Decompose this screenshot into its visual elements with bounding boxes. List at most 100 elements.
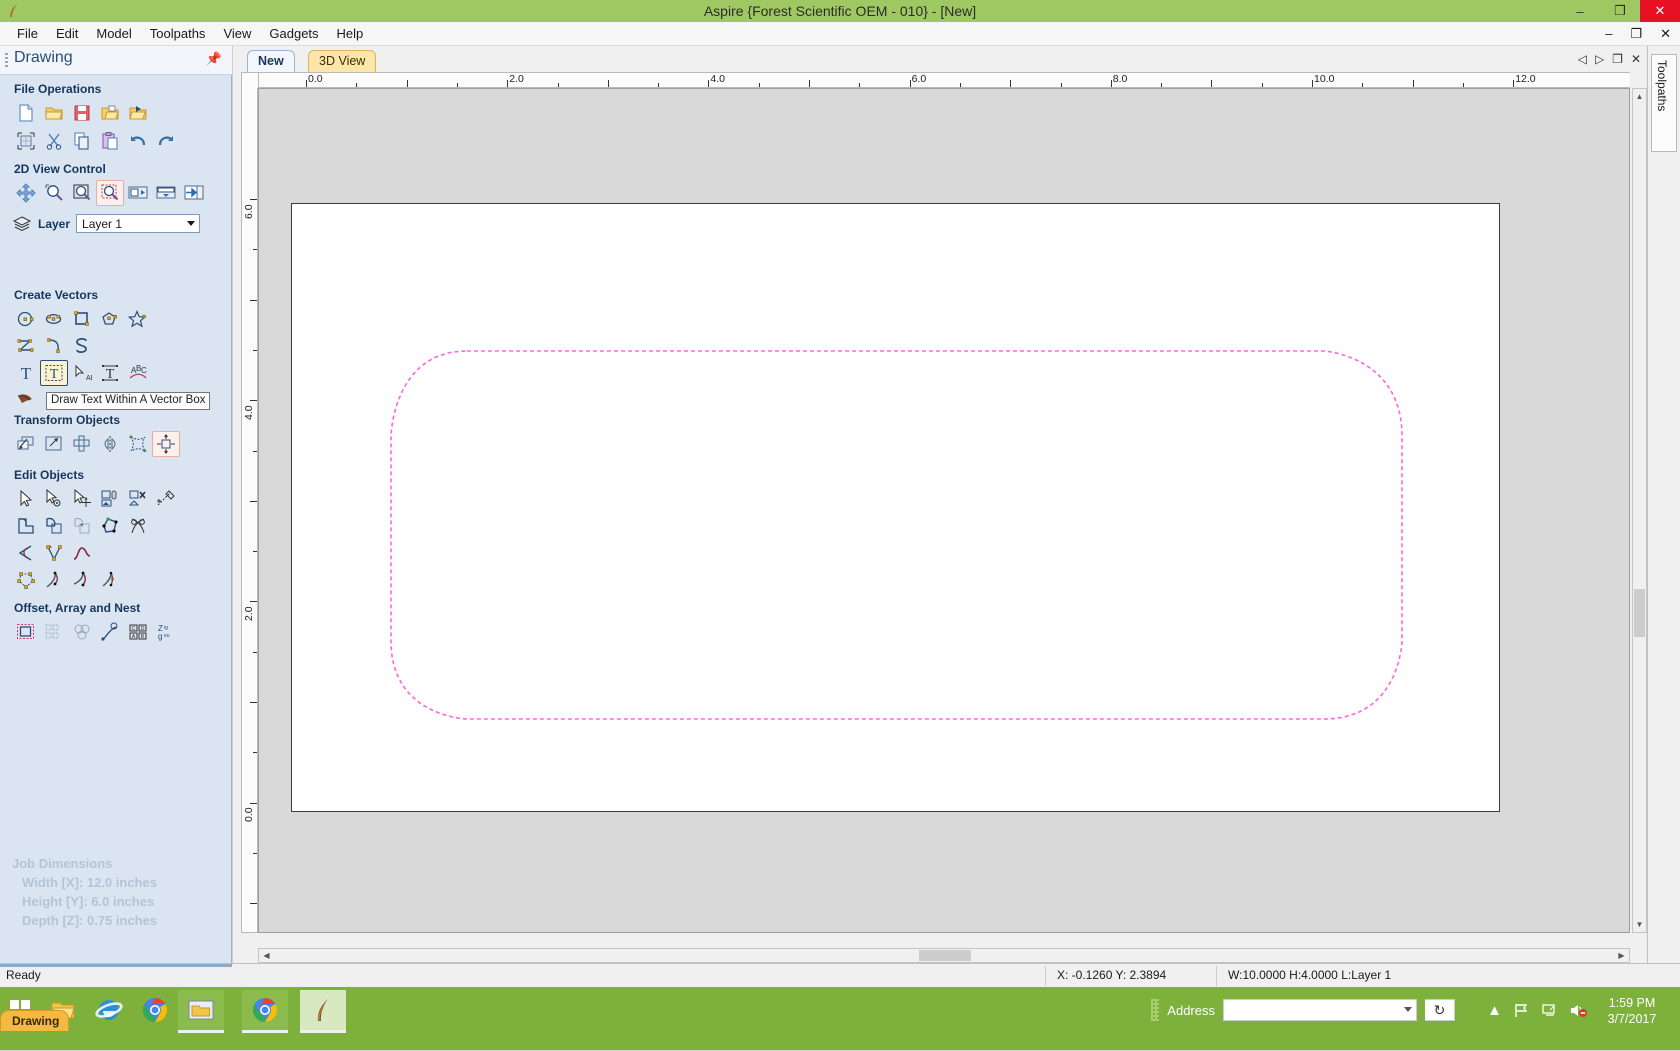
tab-restore-icon[interactable]: ❐ <box>1612 52 1623 66</box>
aspire-window-icon[interactable] <box>300 990 346 1033</box>
menu-item-help[interactable]: Help <box>328 23 373 44</box>
toggle-view-icon[interactable] <box>180 180 208 206</box>
nesting-icon[interactable]: Zig g eu <box>152 619 180 645</box>
start-node-icon[interactable] <box>40 567 68 593</box>
chrome-icon[interactable] <box>132 990 178 1030</box>
zoom-selected-icon[interactable] <box>124 180 152 206</box>
weld-icon[interactable] <box>12 513 40 539</box>
menu-item-toolpaths[interactable]: Toolpaths <box>141 23 215 44</box>
select-icon[interactable] <box>12 486 40 512</box>
text-on-curve-icon[interactable]: T <box>96 360 124 386</box>
measure-icon[interactable] <box>152 486 180 512</box>
tab-prev-icon[interactable]: ◁ <box>1578 52 1587 66</box>
rotate-icon[interactable] <box>152 431 180 457</box>
scroll-right-icon[interactable]: ▶ <box>1615 950 1628 961</box>
redo-icon[interactable] <box>152 128 180 154</box>
menu-item-gadgets[interactable]: Gadgets <box>260 23 327 44</box>
circle-icon[interactable] <box>12 306 40 332</box>
join-vectors-icon[interactable] <box>96 513 124 539</box>
arc-icon[interactable] <box>40 333 68 359</box>
scale-icon[interactable] <box>40 431 68 457</box>
scroll-down-icon[interactable]: ▼ <box>1634 918 1645 931</box>
paste-icon[interactable] <box>96 128 124 154</box>
align-icon[interactable] <box>68 431 96 457</box>
panel-grip[interactable] <box>5 53 8 67</box>
text-arc-icon[interactable]: ABC <box>124 360 152 386</box>
array-copy-icon[interactable] <box>40 619 68 645</box>
zoom-box-icon[interactable] <box>96 180 124 206</box>
copy-along-curve-icon[interactable] <box>96 619 124 645</box>
tab-new[interactable]: New <box>247 50 295 73</box>
curve-node-icon[interactable] <box>68 567 96 593</box>
horizontal-scrollbar[interactable]: ◀ ▶ <box>258 948 1630 963</box>
cut-scissors-icon[interactable] <box>40 128 68 154</box>
import-vectors-icon[interactable] <box>124 100 152 126</box>
menu-item-edit[interactable]: Edit <box>47 23 87 44</box>
move-node-icon[interactable] <box>68 486 96 512</box>
volume-muted-icon[interactable] <box>1569 1002 1588 1019</box>
address-toolbar-grip[interactable] <box>1151 999 1160 1021</box>
menu-item-model[interactable]: Model <box>87 23 140 44</box>
internet-explorer-icon[interactable] <box>86 990 132 1030</box>
move-icon[interactable] <box>12 431 40 457</box>
distort-icon[interactable] <box>124 431 152 457</box>
polyline-icon[interactable] <box>12 333 40 359</box>
curve-icon[interactable] <box>68 333 96 359</box>
undo-icon[interactable] <box>124 128 152 154</box>
chevron-down-icon[interactable] <box>1404 1007 1412 1012</box>
closed-vector-icon[interactable] <box>12 567 40 593</box>
trace-bitmap-icon[interactable] <box>12 387 40 413</box>
new-file-icon[interactable] <box>12 100 40 126</box>
auto-text-icon[interactable]: AB <box>68 360 96 386</box>
open-folder-icon[interactable] <box>40 100 68 126</box>
zoom-extents-icon[interactable] <box>68 180 96 206</box>
subtract-icon[interactable] <box>40 513 68 539</box>
save-icon[interactable] <box>68 100 96 126</box>
block-copy-icon[interactable]: CDAB <box>124 619 152 645</box>
inner-restore-button[interactable]: ❐ <box>1621 23 1651 45</box>
close-button[interactable]: ✕ <box>1640 0 1680 22</box>
menu-item-view[interactable]: View <box>214 23 260 44</box>
taskbar-clock[interactable]: 1:59 PM 3/7/2017 <box>1592 995 1672 1027</box>
star-icon[interactable] <box>124 306 152 332</box>
draw-text-icon[interactable]: T <box>12 360 40 386</box>
circular-array-icon[interactable] <box>68 619 96 645</box>
drawing-canvas[interactable] <box>258 88 1630 933</box>
minimize-button[interactable]: – <box>1560 0 1600 22</box>
tab-next-icon[interactable]: ▷ <box>1595 52 1604 66</box>
layer-dropdown[interactable]: Layer 1 <box>76 214 201 233</box>
insert-node-icon[interactable] <box>96 567 124 593</box>
pin-icon[interactable]: 📌 <box>206 51 222 67</box>
tab-3d-view[interactable]: 3D View <box>308 50 377 73</box>
nodes-icon[interactable] <box>40 540 68 566</box>
menu-item-file[interactable]: File <box>8 23 47 44</box>
zoom-drawing-icon[interactable] <box>152 180 180 206</box>
intersect-icon[interactable] <box>68 513 96 539</box>
vertical-scrollbar[interactable]: ▲ ▼ <box>1632 88 1647 933</box>
folder-window-icon[interactable] <box>178 990 224 1033</box>
vector-shape[interactable] <box>292 204 1499 811</box>
trim-icon[interactable] <box>124 513 152 539</box>
inner-minimize-button[interactable]: – <box>1596 23 1621 44</box>
vertical-scroll-thumb[interactable] <box>1634 589 1645 637</box>
fillet-icon[interactable] <box>12 540 40 566</box>
job-setup-icon[interactable] <box>12 128 40 154</box>
vertical-ruler[interactable]: 6.0 4.0 2.0 0.0 <box>241 88 258 933</box>
polygon-icon[interactable] <box>96 306 124 332</box>
ellipse-icon[interactable] <box>40 306 68 332</box>
smooth-icon[interactable] <box>68 540 96 566</box>
chrome-window-icon[interactable] <box>242 990 288 1033</box>
copy-icon[interactable] <box>68 128 96 154</box>
horizontal-scroll-thumb[interactable] <box>919 950 971 961</box>
network-icon[interactable] <box>1541 1002 1558 1019</box>
mirror-icon[interactable] <box>96 431 124 457</box>
pan-icon[interactable] <box>12 180 40 206</box>
zoom-interactive-icon[interactable] <box>40 180 68 206</box>
offset-icon[interactable] <box>12 619 40 645</box>
tab-close-icon[interactable]: ✕ <box>1631 52 1641 66</box>
scroll-left-icon[interactable]: ◀ <box>260 950 273 961</box>
group-icon[interactable] <box>96 486 124 512</box>
horizontal-ruler[interactable]: 0.0 2.0 4.0 6.0 8.0 10.0 12.0 <box>258 72 1630 88</box>
refresh-icon[interactable]: ↻ <box>1425 999 1455 1021</box>
scroll-up-icon[interactable]: ▲ <box>1634 90 1645 103</box>
